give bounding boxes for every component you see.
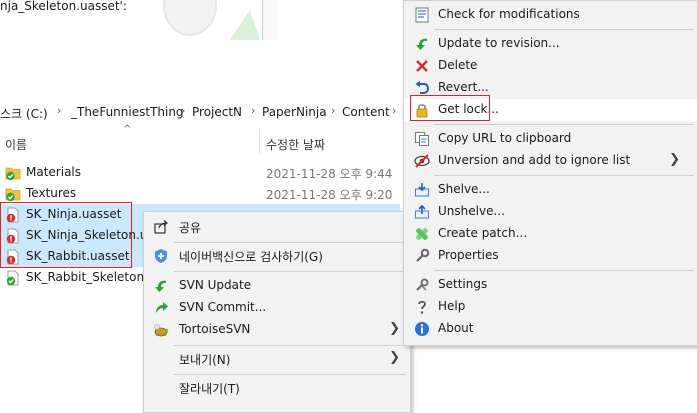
menu-item-help[interactable]: Help xyxy=(404,296,697,318)
menu-item-delete[interactable]: Delete xyxy=(404,55,697,77)
menu-item-settings[interactable]: Settings xyxy=(404,274,697,296)
menu-item-label: 보내기(N) xyxy=(179,353,231,367)
annotation-highlight-box xyxy=(410,95,490,121)
menu-item-unshelve[interactable]: Unshelve... xyxy=(404,201,697,223)
breadcrumb-folder[interactable]: PaperNinja xyxy=(262,105,327,119)
menu-item-unversion-ignore[interactable]: Unversion and add to ignore list ❯ xyxy=(404,150,697,172)
update-revision-icon xyxy=(416,38,427,50)
delete-icon xyxy=(416,60,428,72)
menu-item-label: Delete xyxy=(438,58,478,72)
menu-item-share[interactable]: 공유 xyxy=(144,216,410,238)
menu-item-label: Copy URL to clipboard xyxy=(438,131,572,145)
menu-item-create-patch[interactable]: Create patch... xyxy=(404,223,697,245)
menu-item-properties[interactable]: Properties xyxy=(404,245,697,267)
file-row[interactable]: Textures 2021-11-28 오후 9:20 xyxy=(0,183,400,204)
copy-url-icon xyxy=(415,132,429,146)
tortoisesvn-submenu: Check for modifications Update to revisi… xyxy=(403,0,697,346)
shield-icon xyxy=(155,249,167,263)
sort-indicator-icon: ^ xyxy=(123,124,132,135)
menu-separator xyxy=(174,374,406,375)
menu-separator xyxy=(434,270,694,271)
file-ok-icon xyxy=(6,270,19,286)
background-arrow-graphic xyxy=(163,0,260,40)
submenu-arrow-icon: ❯ xyxy=(389,321,400,336)
menu-item-label: Check for modifications xyxy=(438,7,580,21)
menu-item-label: Properties xyxy=(438,248,499,262)
menu-item-label: Help xyxy=(438,299,466,313)
menu-item-label: Unversion and add to ignore list xyxy=(438,153,631,167)
menu-separator xyxy=(174,345,406,346)
menu-separator xyxy=(174,271,406,272)
about-icon xyxy=(415,322,429,336)
breadcrumb-folder[interactable]: ProjectN xyxy=(192,105,242,119)
revert-icon xyxy=(415,80,430,94)
menu-item-label: SVN Commit... xyxy=(179,300,267,314)
unshelve-icon xyxy=(415,204,429,219)
share-icon xyxy=(154,220,168,234)
help-icon xyxy=(418,300,426,314)
menu-item-label: 공유 xyxy=(179,221,202,235)
breadcrumb-folder[interactable]: _TheFunniestThing xyxy=(71,105,184,119)
menu-separator xyxy=(434,124,694,125)
menu-item-label: Revert... xyxy=(438,80,489,94)
file-date: 2021-11-28 오후 9:20 xyxy=(266,188,393,202)
menu-item-label: About xyxy=(438,321,474,335)
menu-item-check-modifications[interactable]: Check for modifications xyxy=(404,4,697,26)
breadcrumb-separator: › xyxy=(331,104,336,117)
breadcrumb-separator: › xyxy=(392,104,397,117)
submenu-arrow-icon: ❯ xyxy=(389,350,400,365)
menu-item-shelve[interactable]: Shelve... xyxy=(404,179,697,201)
unversion-icon xyxy=(414,154,430,168)
breadcrumb-separator: › xyxy=(181,104,186,117)
shelve-icon xyxy=(415,183,429,197)
svn-commit-icon xyxy=(156,302,168,313)
file-row[interactable]: Materials 2021-11-28 오후 9:44 xyxy=(0,162,400,183)
check-modifications-icon xyxy=(415,7,429,23)
breadcrumb-drive[interactable]: 스크 (C:) xyxy=(0,105,48,122)
menu-separator xyxy=(434,29,694,30)
menu-item-send-to[interactable]: 보내기(N) ❯ xyxy=(144,348,410,370)
file-date: 2021-11-28 오후 9:44 xyxy=(266,167,393,181)
menu-item-label: Create patch... xyxy=(438,226,528,240)
settings-icon xyxy=(416,278,429,291)
breadcrumb-folder[interactable]: Content xyxy=(342,105,390,119)
folder-ok-icon xyxy=(5,188,21,202)
dialog-background: nja_Skeleton.uasset': xyxy=(0,0,262,40)
file-name: Materials xyxy=(26,165,82,179)
menu-item-label: 잘라내기(T) xyxy=(179,382,240,396)
menu-item-svn-commit[interactable]: SVN Commit... xyxy=(144,297,410,319)
tortoise-icon xyxy=(154,324,169,337)
folder-ok-icon xyxy=(5,167,21,181)
menu-item-label: TortoiseSVN xyxy=(179,322,251,336)
menu-item-svn-update[interactable]: SVN Update xyxy=(144,275,410,297)
column-divider[interactable] xyxy=(259,130,260,154)
column-header-name[interactable]: 이름 xyxy=(5,136,27,153)
column-header-date[interactable]: 수정한 날짜 xyxy=(266,136,325,153)
menu-item-naver-vaccine[interactable]: 네이버백신으로 검사하기(G) xyxy=(144,245,410,267)
svn-update-icon xyxy=(155,280,166,292)
annotation-highlight-box xyxy=(0,202,132,268)
menu-item-label: Unshelve... xyxy=(438,204,505,218)
dialog-side-panel xyxy=(262,0,277,40)
submenu-arrow-icon: ❯ xyxy=(669,152,680,167)
menu-item-label: Shelve... xyxy=(438,182,490,196)
menu-item-cut[interactable]: 잘라내기(T) xyxy=(144,377,410,399)
menu-separator xyxy=(434,175,694,176)
menu-item-label: Settings xyxy=(438,277,488,291)
menu-item-copy-url[interactable]: Copy URL to clipboard xyxy=(404,128,697,150)
breadcrumb-separator: › xyxy=(251,104,256,117)
dialog-text: nja_Skeleton.uasset': xyxy=(0,0,127,13)
patch-icon xyxy=(416,228,428,240)
menu-item-tortoisesvn[interactable]: TortoiseSVN ❯ xyxy=(144,319,410,341)
menu-item-label: SVN Update xyxy=(179,278,252,292)
breadcrumb-separator: › xyxy=(57,104,62,117)
menu-separator xyxy=(174,242,406,243)
explorer-context-menu: 공유 네이버백신으로 검사하기(G) SVN Update SVN Commit… xyxy=(143,211,411,413)
menu-item-label: Update to revision... xyxy=(438,36,560,50)
file-name: Textures xyxy=(26,186,77,200)
properties-icon xyxy=(416,248,430,262)
menu-item-label: 네이버백신으로 검사하기(G) xyxy=(179,250,323,264)
menu-item-update-to-revision[interactable]: Update to revision... xyxy=(404,33,697,55)
menu-item-about[interactable]: About xyxy=(404,318,697,340)
